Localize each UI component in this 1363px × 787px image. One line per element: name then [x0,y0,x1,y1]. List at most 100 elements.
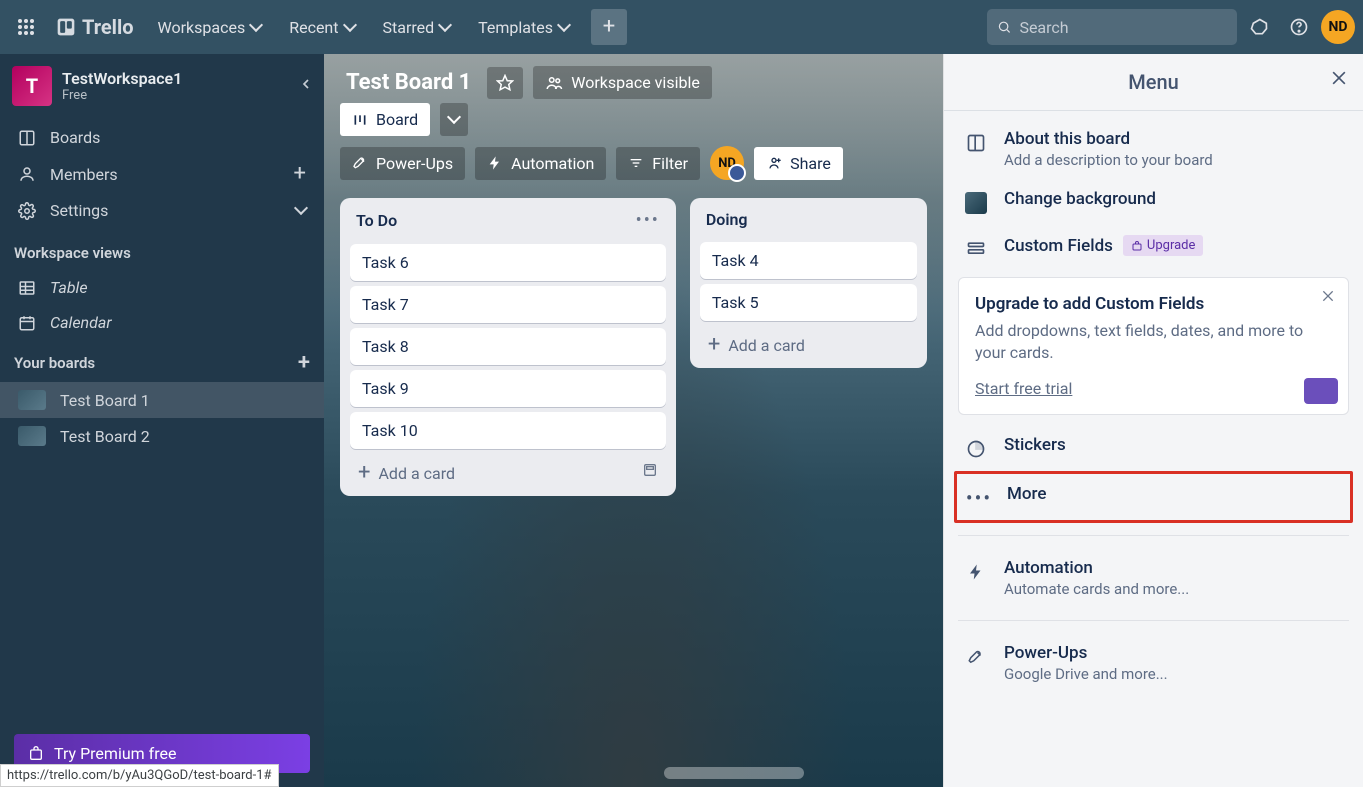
help-button[interactable] [1281,9,1317,45]
list-todo: To Do ••• Task 6 Task 7 Task 8 Task 9 Ta… [340,198,676,496]
list-title[interactable]: Doing [706,210,748,229]
card[interactable]: Task 7 [350,286,666,323]
filter-button[interactable]: Filter [616,147,700,180]
visibility-button[interactable]: Workspace visible [533,66,712,99]
table-icon [18,279,36,297]
chevron-down-icon [449,110,459,129]
filter-icon [628,155,644,171]
sidebar-board-item-1[interactable]: Test Board 1 [0,382,324,418]
start-free-trial-link[interactable]: Start free trial [975,379,1072,398]
sidebar-board-item-2[interactable]: Test Board 2 [0,418,324,454]
bolt-icon [964,560,988,584]
top-navbar: Trello Workspaces Recent Starred Templat… [0,0,1363,54]
board-title[interactable]: Test Board 1 [340,68,477,97]
card[interactable]: Task 5 [700,284,917,321]
close-menu-button[interactable] [1329,68,1349,88]
calendar-icon [18,314,36,332]
board-thumb-icon [18,390,46,410]
board-icon [18,129,36,147]
menu-automation[interactable]: Automation Automate cards and more... [954,548,1353,608]
brand-text: Trello [82,15,134,39]
collapse-sidebar-button[interactable] [298,76,314,92]
sidebar-settings[interactable]: Settings [0,193,324,228]
board-view-button[interactable]: Board [340,103,430,136]
card[interactable]: Task 4 [700,242,917,279]
list-menu-button[interactable]: ••• [636,210,660,231]
menu-about-board[interactable]: About this board Add a description to yo… [954,119,1353,179]
card[interactable]: Task 10 [350,412,666,449]
create-button[interactable]: + [591,9,627,45]
your-boards-heading: Your boards + [0,340,324,382]
board-thumb-icon [18,426,46,446]
board-menu-panel: Menu About this board Add a description … [943,54,1363,787]
workspace-plan: Free [62,88,182,103]
add-card-button[interactable]: + Add a card [348,454,465,486]
workspace-sidebar: T TestWorkspace1 Free Boards Members + S… [0,54,324,787]
workspace-name: TestWorkspace1 [62,69,182,88]
search-icon [997,19,1011,35]
menu-custom-fields[interactable]: Custom Fields Upgrade [954,225,1353,271]
apps-menu-button[interactable] [8,9,44,45]
chevron-down-icon [559,18,569,37]
upgrade-badge[interactable]: Upgrade [1123,235,1203,256]
more-icon: ••• [967,486,991,510]
templates-dropdown[interactable]: Templates [466,12,581,43]
card[interactable]: Task 6 [350,244,666,281]
sidebar-boards[interactable]: Boards [0,120,324,155]
card[interactable]: Task 9 [350,370,666,407]
workspaces-dropdown[interactable]: Workspaces [146,12,274,43]
starred-dropdown[interactable]: Starred [371,12,463,43]
plus-icon: + [603,16,615,38]
workspace-badge: T [12,66,52,106]
menu-change-background[interactable]: Change background [954,179,1353,225]
star-icon [496,74,514,92]
menu-powerups[interactable]: Power-Ups Google Drive and more... [954,633,1353,693]
menu-stickers[interactable]: Stickers [954,425,1353,471]
powerups-button[interactable]: Power-Ups [340,147,465,180]
list-title[interactable]: To Do [356,211,397,230]
workspace-header[interactable]: T TestWorkspace1 Free [0,54,324,116]
horizontal-scrollbar[interactable] [664,767,804,779]
people-icon [545,74,563,92]
template-icon [642,462,658,478]
background-thumb-icon [964,191,988,215]
gear-icon [18,202,36,220]
briefcase-icon [1131,240,1143,252]
sidebar-table-view[interactable]: Table [0,270,324,305]
board-icon [964,131,988,155]
automation-button[interactable]: Automation [475,147,606,180]
add-board-button[interactable]: + [298,352,310,374]
menu-separator [958,535,1349,536]
board-member-avatar[interactable]: ND [710,146,744,180]
members-icon [18,165,36,183]
chevron-down-icon [440,18,450,37]
menu-more[interactable]: ••• More [954,471,1353,523]
card[interactable]: Task 8 [350,328,666,365]
chevron-down-icon [345,18,355,37]
custom-fields-icon [964,237,988,261]
workspace-views-heading: Workspace views [0,232,324,270]
chevron-down-icon [251,18,261,37]
account-avatar[interactable]: ND [1321,10,1355,44]
close-promo-button[interactable] [1320,288,1336,304]
rocket-icon [964,645,988,669]
notifications-button[interactable] [1241,9,1277,45]
plus-icon: + [358,462,370,484]
sticker-icon [964,437,988,461]
view-switcher-dropdown[interactable] [440,103,468,136]
search-input[interactable] [1019,18,1227,37]
recent-dropdown[interactable]: Recent [277,12,366,43]
menu-separator [958,620,1349,621]
star-board-button[interactable] [487,67,523,99]
sidebar-calendar-view[interactable]: Calendar [0,305,324,340]
upgrade-promo-card: Upgrade to add Custom Fields Add dropdow… [958,277,1349,415]
menu-title: Menu [944,54,1363,111]
share-button[interactable]: Share [754,147,843,180]
trello-logo[interactable]: Trello [48,15,142,39]
sidebar-members[interactable]: Members + [0,155,324,193]
add-member-button[interactable]: + [294,163,306,185]
add-card-button[interactable]: + Add a card [698,326,919,358]
search-box[interactable] [987,9,1237,45]
card-template-button[interactable] [632,456,668,484]
list-doing: Doing Task 4 Task 5 + Add a card [690,198,927,368]
